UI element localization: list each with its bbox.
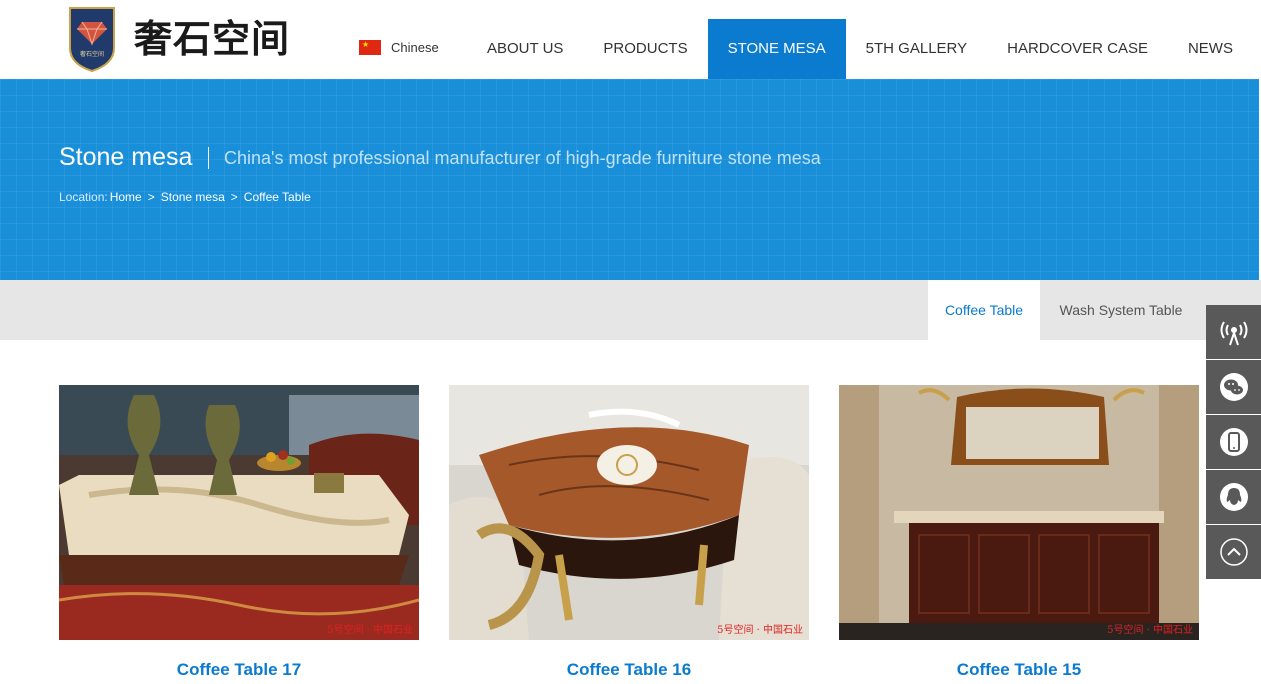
logo-text[interactable]: 奢石空间 — [134, 16, 290, 62]
product-card[interactable]: 5号空间 · 中国石业 Coffee Table 17 — [59, 385, 419, 679]
breadcrumb-stone-mesa[interactable]: Stone mesa — [161, 190, 225, 204]
language-switcher[interactable]: ★ Chinese — [359, 40, 439, 55]
product-title[interactable]: Coffee Table 16 — [449, 660, 809, 680]
language-label: Chinese — [391, 40, 439, 55]
page-title: Stone mesa — [59, 143, 193, 171]
tab-wash-system-table[interactable]: Wash System Table — [1040, 280, 1202, 340]
broadcast-icon — [1220, 321, 1247, 346]
wechat-icon — [1219, 373, 1248, 401]
main-nav: ABOUT US PRODUCTS STONE MESA 5TH GALLERY… — [467, 19, 1253, 79]
china-flag-icon: ★ — [359, 40, 381, 55]
logo-badge-text: 奢石空间 — [79, 51, 104, 58]
floating-toolbar — [1206, 305, 1261, 580]
nav-item-news[interactable]: NEWS — [1168, 19, 1253, 79]
page-subtitle: China's most professional manufacturer o… — [224, 148, 821, 168]
breadcrumb-prefix: Location: — [59, 190, 108, 204]
product-image[interactable]: 5号空间 · 中国石业 — [59, 385, 419, 640]
site-header: 奢石空间 奢石空间 ★ Chinese ABOUT US PRODUCTS ST… — [0, 0, 1261, 79]
mobile-button[interactable] — [1206, 415, 1261, 469]
category-tab-bar: Coffee Table Wash System Table — [0, 280, 1261, 340]
nav-item-stone-mesa[interactable]: STONE MESA — [707, 19, 846, 79]
page-banner: Stone mesa China's most professional man… — [0, 79, 1261, 280]
qq-icon — [1219, 483, 1248, 511]
product-card[interactable]: 5号空间 · 中国石业 Coffee Table 16 — [449, 385, 809, 679]
back-to-top-icon — [1219, 538, 1248, 566]
product-title[interactable]: Coffee Table 15 — [839, 660, 1199, 680]
back-to-top-button[interactable] — [1206, 525, 1261, 579]
nav-item-hardcover-case[interactable]: HARDCOVER CASE — [987, 19, 1168, 79]
logo-badge[interactable]: 奢石空间 — [67, 6, 117, 73]
nav-item-products[interactable]: PRODUCTS — [583, 19, 707, 79]
wechat-button[interactable] — [1206, 360, 1261, 414]
image-watermark: 5号空间 · 中国石业 — [327, 625, 413, 636]
diamond-shield-logo-icon — [69, 7, 115, 73]
breadcrumb-home[interactable]: Home — [110, 190, 142, 204]
product-title[interactable]: Coffee Table 17 — [59, 660, 419, 680]
breadcrumb-coffee-table[interactable]: Coffee Table — [244, 190, 311, 204]
breadcrumb-separator: > — [147, 190, 155, 204]
product-image[interactable]: 5号空间 · 中国石业 — [839, 385, 1199, 640]
broadcast-button[interactable] — [1206, 305, 1261, 359]
tab-coffee-table[interactable]: Coffee Table — [928, 280, 1040, 340]
breadcrumb-separator: > — [230, 190, 238, 204]
title-divider — [208, 147, 209, 169]
product-image[interactable]: 5号空间 · 中国石业 — [449, 385, 809, 640]
image-watermark: 5号空间 · 中国石业 — [1107, 625, 1193, 636]
qq-button[interactable] — [1206, 470, 1261, 524]
nav-item-about-us[interactable]: ABOUT US — [467, 19, 583, 79]
image-watermark: 5号空间 · 中国石业 — [717, 625, 803, 636]
mobile-phone-icon — [1219, 428, 1248, 456]
breadcrumb: Location: Home > Stone mesa > Coffee Tab… — [59, 190, 311, 204]
nav-item-5th-gallery[interactable]: 5TH GALLERY — [846, 19, 987, 79]
product-card[interactable]: 5号空间 · 中国石业 Coffee Table 15 — [839, 385, 1199, 679]
